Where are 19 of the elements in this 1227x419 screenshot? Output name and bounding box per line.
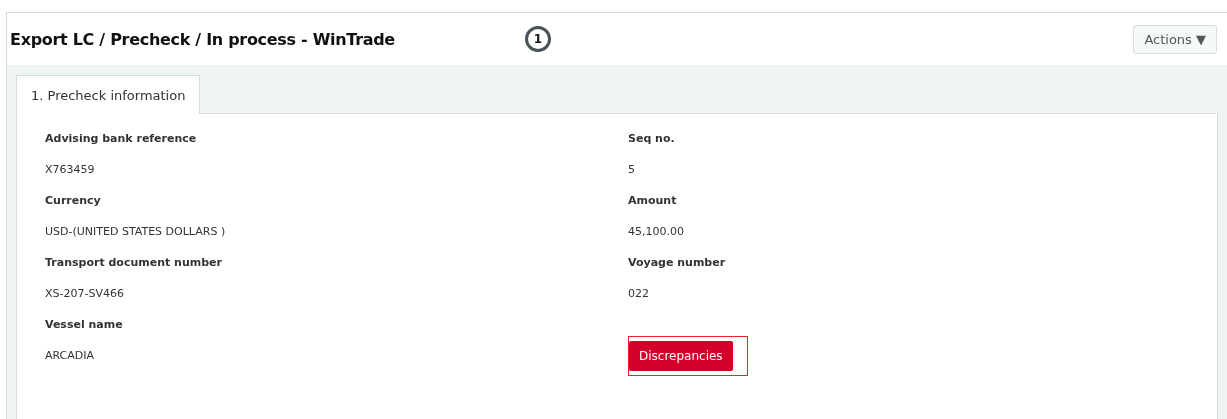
field-label: Voyage number — [628, 256, 727, 269]
tab[interactable]: 1. Precheck information — [16, 75, 201, 114]
field-value: 022 — [628, 287, 650, 300]
field-value: 45,100.00 — [628, 225, 685, 238]
field-value: ARCADIA — [45, 349, 96, 362]
field-value: USD-(UNITED STATES DOLLARS ) — [45, 225, 227, 238]
field-label: Vessel name — [45, 318, 124, 331]
actions-dropdown-button[interactable]: Actions ▼ — [1133, 24, 1217, 54]
page-title: Export LC / Precheck / In process - WinTrade — [10, 29, 395, 49]
field-label: Amount — [628, 194, 678, 207]
field-value: 5 — [628, 163, 636, 176]
field-label: Seq no. — [628, 132, 676, 145]
field-label: Transport document number — [45, 256, 223, 269]
field-label: Currency — [45, 194, 102, 207]
field-value: X763459 — [45, 163, 96, 176]
field-value: XS-207-SV466 — [45, 287, 125, 300]
step-number-badge: 1 — [524, 26, 551, 52]
field-label: Advising bank reference — [45, 132, 198, 145]
discrepancies-button[interactable]: Discrepancies — [629, 341, 733, 371]
